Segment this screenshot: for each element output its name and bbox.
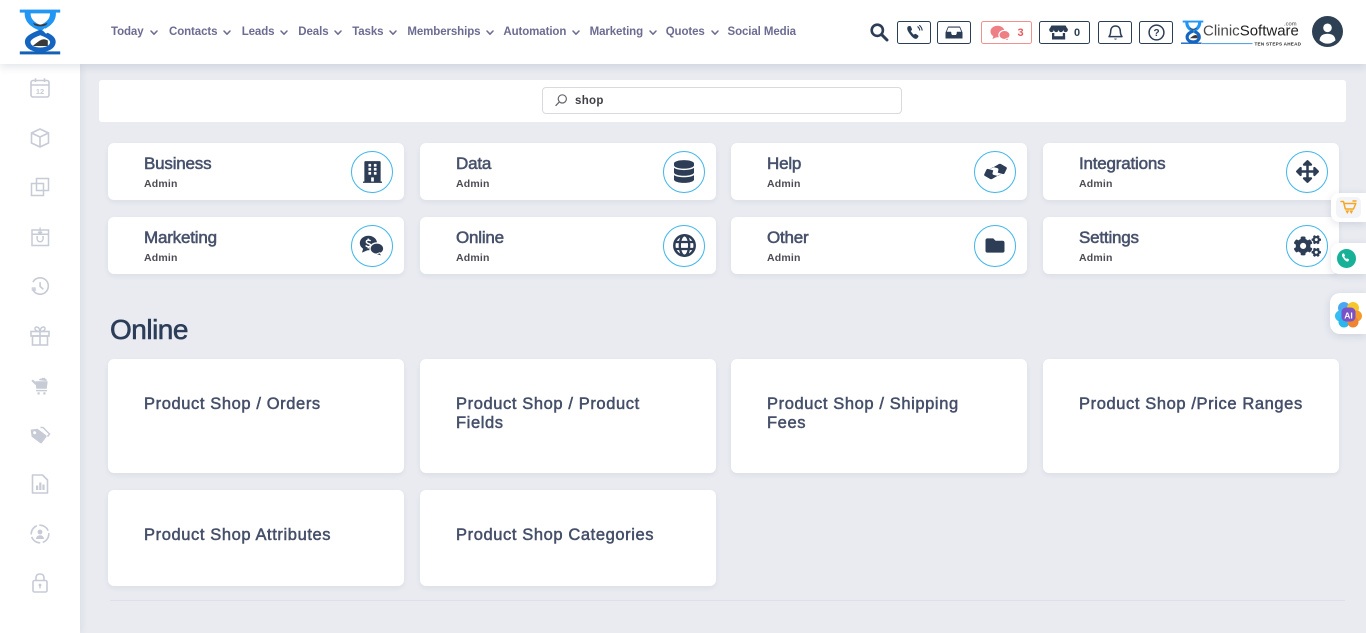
svg-text:AI: AI (1344, 311, 1353, 321)
svg-text:.com: .com (1284, 22, 1297, 28)
svg-text:12: 12 (36, 87, 44, 96)
svg-text:TEN STEPS AHEAD: TEN STEPS AHEAD (1255, 41, 1302, 46)
svg-text:?: ? (1153, 28, 1159, 39)
